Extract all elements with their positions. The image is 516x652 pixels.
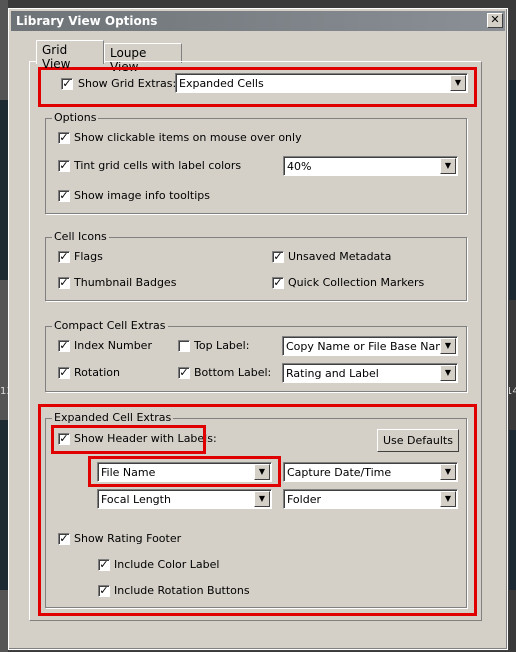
rotation-buttons-label: Include Rotation Buttons <box>114 584 250 597</box>
header-field-1-value: File Name <box>101 466 156 479</box>
rating-footer-label: Show Rating Footer <box>74 532 182 545</box>
chevron-down-icon: ▼ <box>440 365 456 381</box>
close-button[interactable]: ✕ <box>487 13 503 28</box>
background-thumbnail <box>508 80 516 300</box>
bottom-label-value: Rating and Label <box>286 367 379 380</box>
thumbnail-badges-checkbox[interactable]: ✓ <box>58 277 70 289</box>
chevron-down-icon: ▼ <box>440 491 456 507</box>
bottom-label-label: Bottom Label: <box>194 366 272 379</box>
background-thumbnail <box>0 100 8 280</box>
clickable-items-checkbox[interactable]: ✓ <box>58 132 70 144</box>
check-icon: ✓ <box>59 189 69 202</box>
check-icon: ✓ <box>59 131 69 144</box>
unsaved-metadata-label: Unsaved Metadata <box>288 250 392 263</box>
chevron-down-icon: ▼ <box>254 464 270 480</box>
show-header-checkbox[interactable]: ✓ <box>58 433 70 445</box>
top-label-value: Copy Name or File Base Name <box>286 340 453 353</box>
tint-percentage-dropdown[interactable]: 40% ▼ <box>283 156 458 176</box>
check-icon: ✓ <box>99 558 109 571</box>
check-icon: ✓ <box>62 77 72 90</box>
rating-footer-checkbox[interactable]: ✓ <box>58 533 70 545</box>
bottom-label-checkbox[interactable]: ✓ <box>178 367 190 379</box>
color-label-checkbox[interactable]: ✓ <box>98 559 110 571</box>
header-field-2-value: Capture Date/Time <box>287 466 392 479</box>
use-defaults-button[interactable]: Use Defaults <box>377 429 459 452</box>
header-field-4-dropdown[interactable]: Folder ▼ <box>283 489 458 509</box>
top-label-label: Top Label: <box>194 339 250 352</box>
close-icon: ✕ <box>490 13 500 26</box>
index-number-label: Index Number <box>74 339 152 352</box>
index-number-checkbox[interactable]: ✓ <box>58 340 70 352</box>
rotation-checkbox[interactable]: ✓ <box>58 367 70 379</box>
quick-collection-label: Quick Collection Markers <box>288 276 425 289</box>
header-field-3-dropdown[interactable]: Focal Length ▼ <box>97 489 272 509</box>
check-icon: ✓ <box>59 366 69 379</box>
top-label-checkbox[interactable] <box>178 340 190 352</box>
check-icon: ✓ <box>59 532 69 545</box>
chevron-down-icon: ▼ <box>440 158 456 174</box>
thumbnail-badges-label: Thumbnail Badges <box>74 276 177 289</box>
check-icon: ✓ <box>59 159 69 172</box>
header-field-1-dropdown[interactable]: File Name ▼ <box>97 462 272 482</box>
info-tooltips-checkbox[interactable]: ✓ <box>58 190 70 202</box>
header-field-3-value: Focal Length <box>101 493 171 506</box>
unsaved-metadata-checkbox[interactable]: ✓ <box>272 251 284 263</box>
tab-grid-view[interactable]: Grid View <box>36 40 104 71</box>
dialog-title: Library View Options <box>16 14 158 28</box>
chevron-down-icon: ▼ <box>440 338 456 354</box>
show-grid-extras-checkbox[interactable]: ✓ <box>61 78 73 90</box>
chevron-down-icon: ▼ <box>450 75 466 91</box>
chevron-down-icon: ▼ <box>440 464 456 480</box>
show-header-label: Show Header with Labels: <box>74 432 217 445</box>
check-icon: ✓ <box>99 584 109 597</box>
cell-icons-group-title: Cell Icons <box>52 230 109 243</box>
flags-label: Flags <box>74 250 103 263</box>
background-thumbnail <box>508 430 516 590</box>
tint-grid-label: Tint grid cells with label colors <box>74 159 242 172</box>
grid-extras-dropdown[interactable]: Expanded Cells ▼ <box>175 73 468 93</box>
top-label-dropdown[interactable]: Copy Name or File Base Name ▼ <box>282 336 458 356</box>
check-icon: ✓ <box>59 432 69 445</box>
check-icon: ✓ <box>59 339 69 352</box>
quick-collection-checkbox[interactable]: ✓ <box>272 277 284 289</box>
flags-checkbox[interactable]: ✓ <box>58 251 70 263</box>
tab-label: Grid View <box>42 43 71 71</box>
info-tooltips-label: Show image info tooltips <box>74 189 210 202</box>
bottom-label-dropdown[interactable]: Rating and Label ▼ <box>282 363 458 383</box>
header-field-4-value: Folder <box>287 493 321 506</box>
clickable-items-label: Show clickable items on mouse over only <box>74 131 302 144</box>
compact-group-title: Compact Cell Extras <box>52 319 168 332</box>
show-grid-extras-label: Show Grid Extras: <box>78 77 177 90</box>
options-group-title: Options <box>52 111 99 124</box>
check-icon: ✓ <box>59 250 69 263</box>
tint-percentage-value: 40% <box>287 160 312 173</box>
background-thumbnail <box>0 420 8 590</box>
use-defaults-label: Use Defaults <box>383 434 453 447</box>
color-label-label: Include Color Label <box>114 558 220 571</box>
check-icon: ✓ <box>179 366 189 379</box>
rotation-buttons-checkbox[interactable]: ✓ <box>98 585 110 597</box>
title-bar[interactable]: Library View Options ✕ <box>11 11 505 31</box>
check-icon: ✓ <box>59 276 69 289</box>
header-field-2-dropdown[interactable]: Capture Date/Time ▼ <box>283 462 458 482</box>
check-icon: ✓ <box>273 250 283 263</box>
chevron-down-icon: ▼ <box>254 491 270 507</box>
tint-grid-checkbox[interactable]: ✓ <box>58 160 70 172</box>
tab-loupe-view[interactable]: Loupe View <box>104 43 182 74</box>
rotation-label: Rotation <box>74 366 121 379</box>
grid-extras-value: Expanded Cells <box>179 77 264 90</box>
cell-icons-group <box>45 237 467 301</box>
expanded-group-title: Expanded Cell Extras <box>52 411 174 424</box>
check-icon: ✓ <box>273 276 283 289</box>
